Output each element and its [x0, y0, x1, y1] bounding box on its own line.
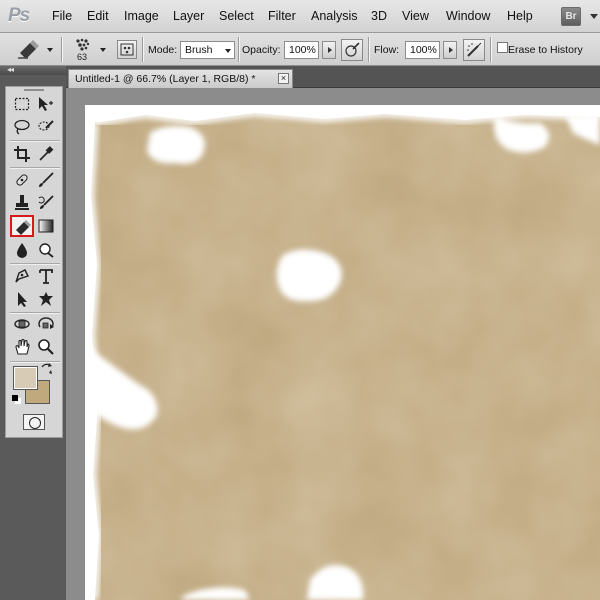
- brush-preset-picker[interactable]: 63: [72, 36, 108, 64]
- brush-tip-icon: [76, 38, 90, 51]
- brush-panel-toggle[interactable]: [117, 40, 137, 59]
- move-tool[interactable]: [35, 94, 57, 114]
- clone-stamp-tool[interactable]: [11, 193, 33, 213]
- blur-drop-icon: [17, 243, 27, 258]
- tablet-pressure-icon: [345, 42, 360, 57]
- quick-selection-icon: [38, 120, 54, 131]
- document-canvas[interactable]: [85, 105, 600, 600]
- swap-colors-icon[interactable]: [40, 362, 54, 376]
- photoshop-logo: Ps: [8, 5, 30, 26]
- menu-file[interactable]: File: [52, 9, 72, 23]
- erase-to-history-label: Erase to History: [508, 44, 583, 56]
- zoom-tool[interactable]: [35, 337, 57, 357]
- hand-icon: [15, 338, 30, 355]
- type-tool[interactable]: [35, 266, 57, 286]
- workspace-dropdown-icon[interactable]: [590, 14, 598, 19]
- gradient-icon: [38, 219, 54, 233]
- tool-preset-picker[interactable]: [14, 38, 54, 60]
- marquee-icon: [14, 97, 30, 111]
- crop-icon: [14, 146, 30, 162]
- flow-slider-button[interactable]: [443, 41, 457, 59]
- collapse-icon[interactable]: ◂◂: [7, 65, 14, 74]
- eraser-icon: [16, 220, 31, 235]
- 3d-orbit-icon: [38, 317, 54, 329]
- menu-bar: Ps File Edit Image Layer Select Filter A…: [0, 0, 600, 33]
- menu-3d[interactable]: 3D: [371, 9, 387, 23]
- preset-dropdown-icon: [47, 48, 53, 52]
- mode-select[interactable]: Brush: [180, 41, 235, 59]
- parchment-artwork: [85, 109, 600, 600]
- crop-tool[interactable]: [11, 144, 33, 164]
- document-tab[interactable]: Untitled-1 @ 66.7% (Layer 1, RGB/8) * ×: [68, 69, 293, 88]
- opacity-label: Opacity:: [242, 44, 281, 56]
- menu-view[interactable]: View: [402, 9, 429, 23]
- airbrush-icon: [467, 42, 482, 57]
- 3d-orbit-tool[interactable]: [35, 314, 57, 334]
- opacity-field[interactable]: 100%: [284, 41, 319, 59]
- document-title: Untitled-1 @ 66.7% (Layer 1, RGB/8) *: [75, 73, 256, 85]
- options-bar: 63 Mode: Brush Opacity: 100% Flow: 100% …: [0, 33, 600, 66]
- eraser-tool[interactable]: [10, 215, 34, 237]
- hand-tool[interactable]: [11, 337, 33, 357]
- erase-to-history-checkbox[interactable]: [497, 42, 508, 53]
- pen-tool[interactable]: [11, 266, 33, 286]
- brush-panel-icon: [120, 43, 134, 56]
- path-selection-icon: [18, 292, 27, 307]
- path-selection-tool[interactable]: [11, 289, 33, 309]
- pen-icon: [15, 269, 29, 283]
- mode-select-value: Brush: [185, 44, 213, 56]
- custom-shape-icon: [39, 292, 53, 306]
- close-document-icon[interactable]: ×: [278, 73, 289, 84]
- mode-dropdown-icon: [225, 49, 231, 53]
- quick-selection-tool[interactable]: [35, 117, 57, 137]
- healing-brush-icon: [16, 174, 28, 186]
- 3d-rotate-icon: [14, 319, 30, 329]
- brush-tool[interactable]: [35, 170, 57, 190]
- dodge-icon: [39, 243, 54, 258]
- lasso-icon: [14, 119, 30, 135]
- type-icon: [39, 269, 53, 284]
- clone-stamp-icon: [15, 195, 29, 210]
- document-tab-bar: Untitled-1 @ 66.7% (Layer 1, RGB/8) * ×: [66, 66, 600, 88]
- eyedropper-icon: [39, 146, 54, 161]
- brush-icon: [39, 172, 54, 187]
- move-icon: [39, 97, 53, 111]
- menu-edit[interactable]: Edit: [87, 9, 109, 23]
- menu-image[interactable]: Image: [124, 9, 159, 23]
- spot-healing-brush-tool[interactable]: [11, 170, 33, 190]
- menu-help[interactable]: Help: [507, 9, 533, 23]
- menu-window[interactable]: Window: [446, 9, 490, 23]
- opacity-slider-button[interactable]: [322, 41, 336, 59]
- canvas-area[interactable]: [66, 88, 600, 600]
- menu-select[interactable]: Select: [219, 9, 254, 23]
- rectangular-marquee-tool[interactable]: [11, 94, 33, 114]
- eyedropper-tool[interactable]: [35, 144, 57, 164]
- mode-label: Mode:: [148, 44, 178, 56]
- menu-analysis[interactable]: Analysis: [311, 9, 358, 23]
- history-brush-tool[interactable]: [35, 193, 57, 213]
- dodge-tool[interactable]: [35, 240, 57, 260]
- default-colors-icon[interactable]: [12, 395, 18, 401]
- quick-mask-button[interactable]: [23, 414, 45, 430]
- flow-field[interactable]: 100%: [405, 41, 440, 59]
- flow-label: Flow:: [374, 44, 400, 56]
- foreground-color-swatch[interactable]: [13, 366, 38, 390]
- brush-size-value: 63: [77, 52, 88, 62]
- tablet-opacity-toggle[interactable]: [341, 39, 363, 61]
- custom-shape-tool[interactable]: [35, 289, 57, 309]
- airbrush-toggle[interactable]: [463, 39, 485, 61]
- tools-panel-header: ◂◂: [0, 65, 66, 75]
- gradient-tool[interactable]: [35, 216, 57, 236]
- zoom-icon: [38, 339, 54, 355]
- bridge-button[interactable]: Br: [561, 7, 581, 26]
- menu-layer[interactable]: Layer: [173, 9, 204, 23]
- history-brush-icon: [38, 195, 54, 209]
- menu-filter[interactable]: Filter: [268, 9, 296, 23]
- blur-tool[interactable]: [11, 240, 33, 260]
- brush-dropdown-icon: [100, 48, 106, 52]
- lasso-tool[interactable]: [11, 117, 33, 137]
- 3d-rotate-tool[interactable]: [11, 314, 33, 334]
- panel-grip: [24, 89, 44, 91]
